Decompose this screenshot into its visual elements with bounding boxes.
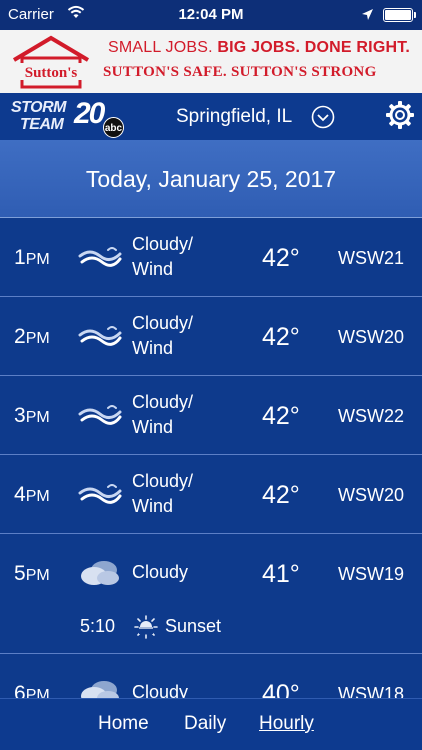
brand-team: TEAM	[20, 116, 64, 133]
storm-team-logo: STORM TEAM 20 abc	[8, 96, 126, 138]
ad-slogan: SUTTON'S SAFE. SUTTON'S STRONG	[103, 64, 377, 80]
wind-icon	[78, 326, 122, 346]
wind-speed: WSW22	[338, 406, 405, 426]
sunset-time: 5:10	[80, 616, 116, 636]
wind-speed: WSW20	[338, 327, 405, 347]
svg-text:Sutton's: Sutton's	[25, 65, 78, 81]
condition-line1: Cloudy/	[132, 471, 194, 491]
bottom-nav: Home Daily Hourly	[0, 698, 422, 750]
hour-ampm: PM	[25, 409, 50, 426]
ad-banner[interactable]: Sutton's SMALL JOBS. BIG JOBS. DONE RIGH…	[0, 30, 422, 93]
wind-speed: WSW21	[338, 248, 405, 268]
condition-text: Cloudy/ Wind	[132, 390, 242, 440]
sunset-label: Sunset	[165, 616, 222, 636]
wind-icon	[78, 247, 122, 267]
brand-storm: STORM	[11, 99, 66, 116]
temperature: 42°	[262, 323, 300, 351]
temperature: 40°	[262, 680, 300, 698]
condition-line1: Cloudy/	[132, 392, 194, 412]
condition-text: Cloudy/ Wind	[132, 311, 242, 361]
nav-hourly[interactable]: Hourly	[259, 713, 314, 735]
hour-ampm: PM	[25, 330, 50, 347]
wind-speed: WSW20	[338, 485, 405, 505]
hour-ampm: PM	[25, 488, 50, 505]
hour-label: 1PM	[14, 246, 50, 270]
date-label: Today, January 25, 2017	[85, 166, 337, 192]
hour-ampm: PM	[25, 567, 50, 584]
hour-label: 3PM	[14, 404, 50, 428]
ad-tagline-bold: BIG JOBS. DONE RIGHT.	[217, 39, 411, 56]
hour-label: 2PM	[14, 325, 50, 349]
nav-daily[interactable]: Daily	[184, 713, 226, 735]
cloud-icon	[81, 681, 119, 698]
hour-row: 5PM Cloudy 41° WSW19 5:10 Sunset	[0, 534, 422, 654]
hour-ampm: PM	[25, 251, 50, 268]
condition-text: Cloudy/ Wind	[132, 469, 242, 519]
hour-number: 1	[14, 246, 26, 269]
location-arrow-icon	[362, 9, 373, 20]
hour-number: 2	[14, 325, 26, 348]
condition-line1: Cloudy	[132, 562, 189, 582]
hour-row: 1PM Cloudy/ Wind 42° WSW21	[0, 218, 422, 297]
condition-text: Cloudy	[132, 680, 242, 698]
hour-number: 5	[14, 562, 26, 585]
condition-line1: Cloudy/	[132, 234, 194, 254]
status-bar: Carrier 12:04 PM	[0, 0, 422, 30]
chevron-down-icon[interactable]	[311, 105, 335, 129]
condition-line2: Wind	[132, 338, 174, 358]
hour-ampm: PM	[25, 687, 50, 698]
condition-line2: Wind	[132, 496, 174, 516]
suttons-logo-icon: Sutton's	[8, 35, 94, 89]
ad-tagline: SMALL JOBS. BIG JOBS. DONE RIGHT.	[108, 39, 410, 57]
hour-number: 3	[14, 404, 26, 427]
hour-row: 2PM Cloudy/ Wind 42° WSW20	[0, 297, 422, 376]
hour-row: 4PM Cloudy/ Wind 42° WSW20	[0, 455, 422, 534]
nav-home[interactable]: Home	[98, 713, 149, 735]
temperature: 42°	[262, 481, 300, 509]
hourly-forecast-list[interactable]: 1PM Cloudy/ Wind 42° WSW21 2PM Cloudy/ W…	[0, 218, 422, 698]
wind-icon	[78, 484, 122, 504]
condition-line1: Cloudy	[132, 682, 189, 698]
hour-number: 4	[14, 483, 26, 506]
clock: 12:04 PM	[178, 6, 244, 23]
abc-logo: abc	[103, 117, 124, 138]
hour-row: 6PM Cloudy 40° WSW18	[0, 654, 422, 698]
hour-label: 6PM	[14, 682, 50, 698]
temperature: 42°	[262, 244, 300, 272]
wind-icon	[78, 405, 122, 425]
battery-icon	[383, 8, 416, 22]
app-header: STORM TEAM 20 abc Springfield, IL	[0, 93, 422, 140]
sunset-icon	[134, 615, 158, 639]
hour-number: 6	[14, 682, 26, 698]
wind-speed: WSW19	[338, 564, 405, 584]
location-selector[interactable]: Springfield, IL	[176, 106, 292, 128]
wind-speed: WSW18	[338, 684, 405, 698]
hour-label: 5PM	[14, 562, 50, 586]
condition-line2: Wind	[132, 259, 174, 279]
condition-line1: Cloudy/	[132, 313, 194, 333]
hour-label: 4PM	[14, 483, 50, 507]
cloud-icon	[81, 561, 119, 585]
condition-text: Cloudy/ Wind	[132, 232, 242, 282]
date-header: Today, January 25, 2017	[0, 140, 422, 218]
gear-icon[interactable]	[385, 100, 415, 130]
brand-number: 20	[74, 97, 105, 130]
hour-row: 3PM Cloudy/ Wind 42° WSW22	[0, 376, 422, 455]
temperature: 41°	[262, 560, 300, 588]
temperature: 42°	[262, 402, 300, 430]
ad-tagline-normal: SMALL JOBS.	[108, 39, 218, 56]
condition-line2: Wind	[132, 417, 174, 437]
condition-text: Cloudy	[132, 560, 242, 585]
